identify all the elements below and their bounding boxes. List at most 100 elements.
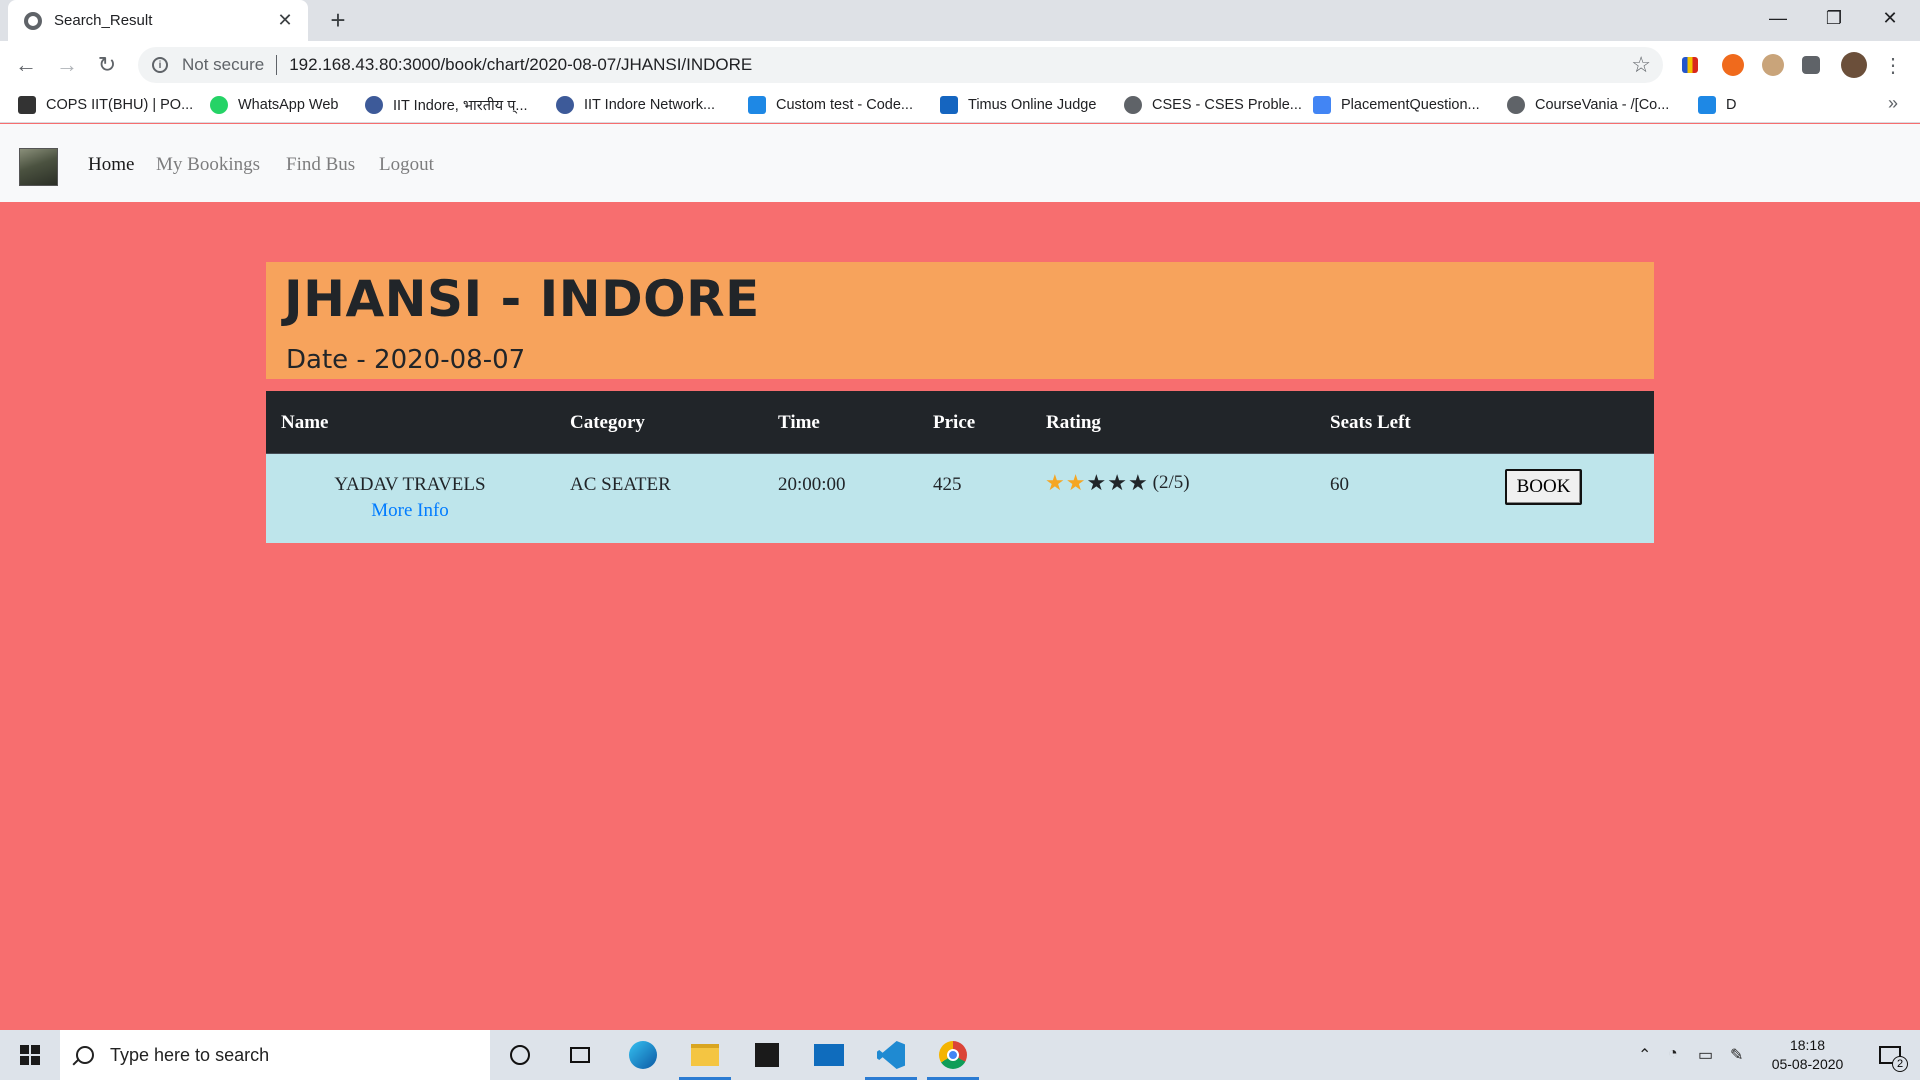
network-icon[interactable]: ◔	[1668, 1045, 1678, 1063]
rating-stars: ★ ★ ★ ★ ★ (2/5)	[1045, 472, 1190, 494]
globe-icon	[1507, 96, 1525, 114]
book-button[interactable]: BOOK	[1505, 469, 1582, 505]
bookmark-star-icon[interactable]: ☆	[1631, 52, 1651, 78]
browser-tabstrip: Search_Result ✕ + — ❐ ✕	[0, 0, 1920, 41]
store-icon[interactable]	[737, 1030, 797, 1080]
docs-icon	[1313, 96, 1331, 114]
bookmark-item[interactable]: D	[1698, 94, 1736, 116]
pen-icon[interactable]: ✎	[1730, 1045, 1743, 1065]
reload-button[interactable]: ↻	[91, 49, 123, 81]
edge-icon[interactable]	[613, 1030, 673, 1080]
extension-orange-icon[interactable]	[1722, 54, 1744, 76]
notification-count: 2	[1892, 1056, 1908, 1072]
codeforces-icon	[748, 96, 766, 114]
more-bookmarks-icon[interactable]: »	[1888, 93, 1898, 114]
globe-icon	[24, 11, 42, 30]
info-icon[interactable]: i	[152, 57, 168, 73]
security-status: Not secure	[182, 55, 265, 74]
battery-icon[interactable]: ▭	[1698, 1045, 1713, 1065]
bookmark-item[interactable]: CSES - CSES Proble...	[1124, 94, 1302, 116]
system-clock[interactable]: 18:18 05-08-2020	[1755, 1036, 1860, 1074]
forward-button[interactable]: →	[51, 49, 83, 81]
timus-icon	[940, 96, 958, 114]
extension-flag-icon[interactable]	[1682, 57, 1698, 73]
bookmark-item[interactable]: IIT Indore, भारतीय प्...	[365, 94, 528, 116]
departure-time: 20:00:00	[778, 474, 846, 495]
browser-tab[interactable]: Search_Result ✕	[8, 0, 308, 41]
task-view-icon[interactable]	[550, 1030, 610, 1080]
menu-kebab-icon[interactable]: ⋮	[1877, 49, 1909, 81]
new-tab-button[interactable]: +	[324, 6, 352, 34]
file-explorer-icon[interactable]	[675, 1030, 735, 1080]
star-filled-icon: ★	[1065, 470, 1086, 495]
vscode-icon[interactable]	[861, 1030, 921, 1080]
taskbar-search[interactable]: Type here to search	[60, 1030, 490, 1080]
results-table: Name Category Time Price Rating Seats Le…	[266, 391, 1654, 543]
bookmark-label: CourseVania - /[Co...	[1535, 97, 1670, 113]
bookmark-item[interactable]: Timus Online Judge	[940, 94, 1096, 116]
bookmark-label: COPS IIT(BHU) | PO...	[46, 97, 194, 113]
nav-logout[interactable]: Logout	[379, 154, 434, 176]
bookmark-label: D	[1726, 97, 1737, 113]
site-logo[interactable]	[19, 148, 58, 186]
site-navbar: Home My Bookings Find Bus Logout	[0, 124, 1920, 202]
minimize-button[interactable]: —	[1750, 0, 1806, 36]
iit-network-icon	[556, 96, 574, 114]
back-button[interactable]: ←	[10, 49, 42, 81]
bookmark-item[interactable]: Custom test - Code...	[748, 94, 913, 116]
cortana-icon[interactable]	[490, 1030, 550, 1080]
codeforces-icon	[1698, 96, 1716, 114]
chrome-icon[interactable]	[923, 1030, 983, 1080]
travel-date: Date - 2020-08-07	[286, 345, 526, 375]
extension-cookie-icon[interactable]	[1762, 54, 1784, 76]
bookmark-label: IIT Indore Network...	[584, 97, 716, 113]
windows-taskbar: Type here to search ⌃ ◔ ▭ ✎ 18:18 05-08-…	[0, 1030, 1920, 1080]
route-header: JHANSI - INDORE Date - 2020-08-07	[266, 262, 1654, 379]
bookmark-label: Custom test - Code...	[776, 97, 913, 113]
nav-my-bookings[interactable]: My Bookings	[156, 154, 260, 176]
address-bar[interactable]: i Not secure 192.168.43.80:3000/book/cha…	[138, 47, 1663, 83]
restore-button[interactable]: ❐	[1806, 0, 1862, 36]
mail-icon[interactable]	[799, 1030, 859, 1080]
close-tab-icon[interactable]: ✕	[274, 10, 296, 31]
table-row: YADAV TRAVELS More Info AC SEATER 20:00:…	[266, 453, 1654, 543]
star-empty-icon: ★	[1107, 470, 1127, 495]
rating-label: (2/5)	[1152, 472, 1190, 493]
header-time: Time	[778, 412, 820, 433]
bookmark-item[interactable]: IIT Indore Network...	[556, 94, 715, 116]
nav-home[interactable]: Home	[88, 154, 134, 176]
search-icon	[76, 1046, 94, 1064]
divider	[276, 55, 278, 75]
bookmark-item[interactable]: PlacementQuestion...	[1313, 94, 1480, 116]
notification-center-icon[interactable]: 2	[1860, 1030, 1920, 1080]
search-placeholder: Type here to search	[110, 1044, 270, 1065]
bookmark-label: Timus Online Judge	[968, 97, 1097, 113]
browser-toolbar: ← → ↻ i Not secure 192.168.43.80:3000/bo…	[0, 41, 1920, 88]
clock-date: 05-08-2020	[1771, 1056, 1844, 1072]
tab-title: Search_Result	[54, 12, 153, 29]
ticket-price: 425	[933, 474, 962, 495]
show-hidden-icons-icon[interactable]: ⌃	[1638, 1045, 1651, 1065]
bookmark-label: PlacementQuestion...	[1341, 97, 1480, 113]
bookmark-item[interactable]: CourseVania - /[Co...	[1507, 94, 1669, 116]
extensions-puzzle-icon[interactable]	[1802, 56, 1820, 74]
star-filled-icon: ★	[1045, 470, 1065, 495]
start-button[interactable]	[0, 1030, 60, 1080]
bookmark-label: IIT Indore, भारतीय प्...	[393, 98, 528, 114]
close-window-button[interactable]: ✕	[1862, 0, 1918, 36]
star-empty-icon: ★	[1127, 470, 1148, 495]
bus-category: AC SEATER	[570, 474, 671, 495]
clock-time: 18:18	[1789, 1037, 1826, 1053]
more-info-link[interactable]: More Info	[310, 500, 510, 522]
cops-icon	[18, 96, 36, 114]
globe-icon	[1124, 96, 1142, 114]
route-title: JHANSI - INDORE	[284, 270, 760, 328]
profile-avatar-icon[interactable]	[1841, 52, 1867, 78]
header-name: Name	[281, 412, 329, 433]
windows-logo-icon	[20, 1045, 40, 1065]
url-text[interactable]: 192.168.43.80:3000/book/chart/2020-08-07…	[289, 55, 752, 75]
bookmark-item[interactable]: WhatsApp Web	[210, 94, 338, 116]
nav-find-bus[interactable]: Find Bus	[286, 154, 355, 176]
header-seats-left: Seats Left	[1330, 412, 1411, 433]
bookmark-item[interactable]: COPS IIT(BHU) | PO...	[18, 94, 193, 116]
